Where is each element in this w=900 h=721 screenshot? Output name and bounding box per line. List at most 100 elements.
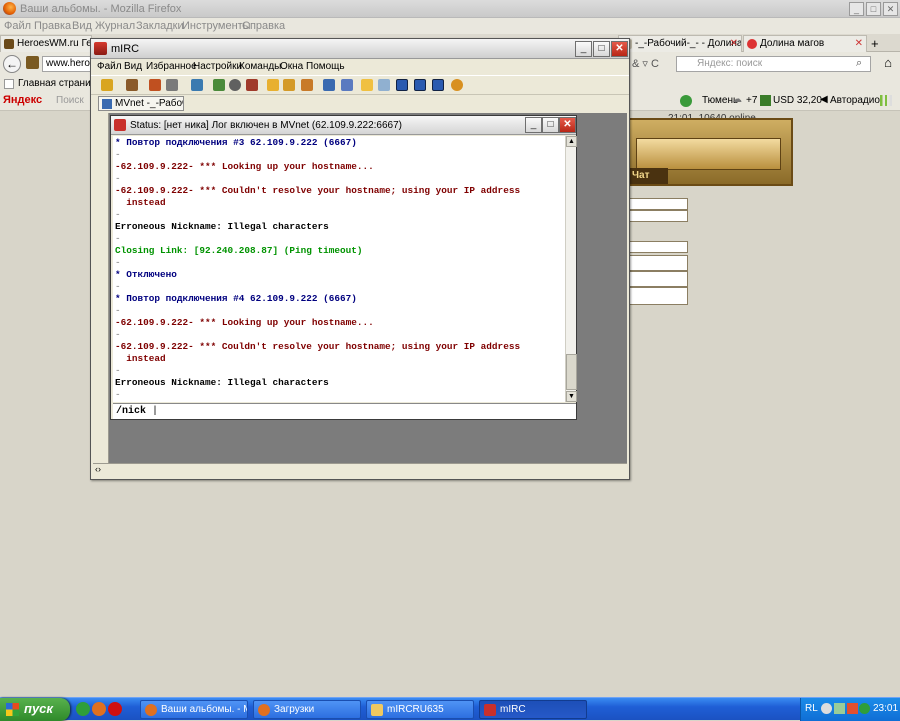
- yandex-logo[interactable]: Яндекс: [3, 94, 42, 106]
- firefox-quicklaunch-icon[interactable]: [92, 702, 106, 716]
- radio-station[interactable]: Авторадио: [830, 95, 880, 106]
- url-list-icon[interactable]: [323, 79, 335, 91]
- close-icon[interactable]: ✕: [611, 41, 628, 57]
- command-input[interactable]: /nick |: [113, 403, 576, 419]
- yandex-search-input[interactable]: Яндекс: поиск: [676, 56, 871, 72]
- home-icon[interactable]: ⌂: [879, 55, 897, 73]
- menu-bookmarks[interactable]: Закладки: [136, 20, 184, 32]
- start-button[interactable]: пуск: [0, 698, 70, 721]
- about-icon[interactable]: [451, 79, 463, 91]
- task-firefox[interactable]: Ваши альбомы. - Мо...: [140, 700, 248, 719]
- language-indicator[interactable]: RL: [805, 703, 818, 714]
- minimize-icon[interactable]: _: [525, 117, 542, 133]
- connect-icon[interactable]: [101, 79, 113, 91]
- timer-icon[interactable]: [229, 79, 241, 91]
- game-chat-button[interactable]: Чат: [628, 168, 668, 184]
- tile-vertical-icon[interactable]: [414, 79, 426, 91]
- speaker-icon[interactable]: ◀: [820, 94, 828, 105]
- cascade-icon[interactable]: [432, 79, 444, 91]
- chat-icon[interactable]: [283, 79, 295, 91]
- minimize-icon[interactable]: _: [575, 41, 592, 57]
- status-window[interactable]: Status: [нет ника] Лог включен в MVnet (…: [110, 115, 577, 420]
- chat-log[interactable]: * Повтор подключения #3 62.109.9.222 (66…: [113, 136, 565, 402]
- close-icon[interactable]: ✕: [883, 2, 898, 16]
- mirc-menu-file[interactable]: Файл: [97, 61, 122, 72]
- mirc-menubar: Файл Вид Избранное Настройки Команды Окн…: [91, 59, 629, 75]
- scroll-thumb[interactable]: [566, 354, 577, 390]
- menu-view[interactable]: Вид: [72, 20, 92, 32]
- mirc-menu-favorites[interactable]: Избранное: [146, 61, 197, 72]
- notes-icon[interactable]: [378, 79, 390, 91]
- mirc-menu-help[interactable]: Помощь: [306, 61, 345, 72]
- chat-line: -: [115, 173, 121, 184]
- tray-icon[interactable]: [859, 703, 870, 714]
- network-icon[interactable]: [834, 703, 845, 714]
- mirc-menu-view[interactable]: Вид: [124, 61, 142, 72]
- mirc-menu-settings[interactable]: Настройки: [193, 61, 242, 72]
- send-file-icon[interactable]: [267, 79, 279, 91]
- back-icon[interactable]: ←: [3, 55, 21, 73]
- search-icon[interactable]: ⌕: [856, 57, 862, 70]
- page-actions-icon[interactable]: & ▿ C: [632, 57, 659, 70]
- address-book-icon[interactable]: [191, 79, 203, 91]
- mirc-icon: [94, 42, 107, 55]
- task-folder[interactable]: mIRCRU635: [366, 700, 474, 719]
- weather-temp[interactable]: +7: [746, 95, 757, 106]
- dcc-icon[interactable]: [361, 79, 373, 91]
- menu-tools[interactable]: Инструменты: [182, 20, 251, 32]
- options-icon[interactable]: [126, 79, 138, 91]
- menu-history[interactable]: Журнал: [95, 20, 135, 32]
- favorites-icon[interactable]: [149, 79, 161, 91]
- chat-scrollbar[interactable]: ▲ ▼: [565, 136, 577, 402]
- notify-icon[interactable]: [301, 79, 313, 91]
- tray-icon[interactable]: [821, 703, 832, 714]
- mirc-menu-commands[interactable]: Команды: [239, 61, 281, 72]
- maximize-icon[interactable]: □: [593, 41, 610, 57]
- chat-line: -: [115, 257, 121, 268]
- scroll-up-icon[interactable]: ▲: [566, 136, 577, 147]
- close-tab-icon[interactable]: ✕: [730, 38, 738, 49]
- maximize-icon[interactable]: □: [542, 117, 559, 133]
- chat-line: Erroneous Nickname: Illegal characters: [115, 377, 329, 388]
- menu-file[interactable]: Файл: [4, 20, 31, 32]
- colors-icon[interactable]: [246, 79, 258, 91]
- url-field[interactable]: www.heroes: [42, 56, 92, 72]
- close-icon[interactable]: ✕: [559, 117, 576, 133]
- mirc-menu-windows[interactable]: Окна: [280, 61, 303, 72]
- log-icon[interactable]: [341, 79, 353, 91]
- yandex-search-field[interactable]: Поиск: [56, 95, 84, 106]
- clock[interactable]: 23:01: [873, 703, 898, 714]
- firefox-titlebar[interactable]: Ваши альбомы. - Mozilla Firefox _ □ ✕: [0, 0, 900, 18]
- currency-rate[interactable]: USD 32,20: [773, 95, 822, 106]
- folder-icon: [371, 704, 383, 716]
- channel-list-icon[interactable]: [166, 79, 178, 91]
- traffic-icon: [680, 95, 692, 107]
- tab-dolina-magov[interactable]: Долина магов ✕: [743, 35, 867, 52]
- switchbar-mvnet[interactable]: MVnet -_-Рабочи...: [98, 96, 184, 111]
- menu-help[interactable]: Справка: [242, 20, 285, 32]
- mirc-icon: [484, 704, 496, 716]
- opera-quicklaunch-icon[interactable]: [108, 702, 122, 716]
- status-titlebar[interactable]: Status: [нет ника] Лог включен в MVnet (…: [111, 116, 576, 135]
- mdi-scroll-bottom[interactable]: ‹›: [93, 463, 627, 477]
- tile-horizontal-icon[interactable]: [396, 79, 408, 91]
- task-downloads[interactable]: Загрузки: [253, 700, 361, 719]
- switchbar-label: MVnet -_-Рабочи...: [115, 98, 183, 109]
- new-tab-button[interactable]: +: [871, 36, 879, 51]
- minimize-icon[interactable]: _: [849, 2, 864, 16]
- scroll-down-icon[interactable]: ▼: [566, 391, 577, 402]
- mdi-scroll-left[interactable]: [93, 113, 109, 477]
- scroll-arrows-icon[interactable]: ‹›: [95, 464, 101, 474]
- tab-heroeswm[interactable]: HeroesWM.ru Герои: [0, 35, 92, 52]
- maximize-icon[interactable]: □: [866, 2, 881, 16]
- quicklaunch-icon[interactable]: [76, 702, 90, 716]
- scripts-icon[interactable]: [213, 79, 225, 91]
- mirc-titlebar[interactable]: mIRC _ □ ✕: [91, 39, 629, 59]
- tab-rabochiy[interactable]: -_-Рабочий-_- - Долина ... ✕: [618, 35, 742, 52]
- menu-edit[interactable]: Правка: [34, 20, 71, 32]
- start-label: пуск: [24, 701, 53, 716]
- chat-line: * Отключено: [115, 269, 177, 280]
- tray-icon[interactable]: [847, 703, 858, 714]
- close-tab-icon[interactable]: ✕: [855, 38, 863, 49]
- task-mirc[interactable]: mIRC: [479, 700, 587, 719]
